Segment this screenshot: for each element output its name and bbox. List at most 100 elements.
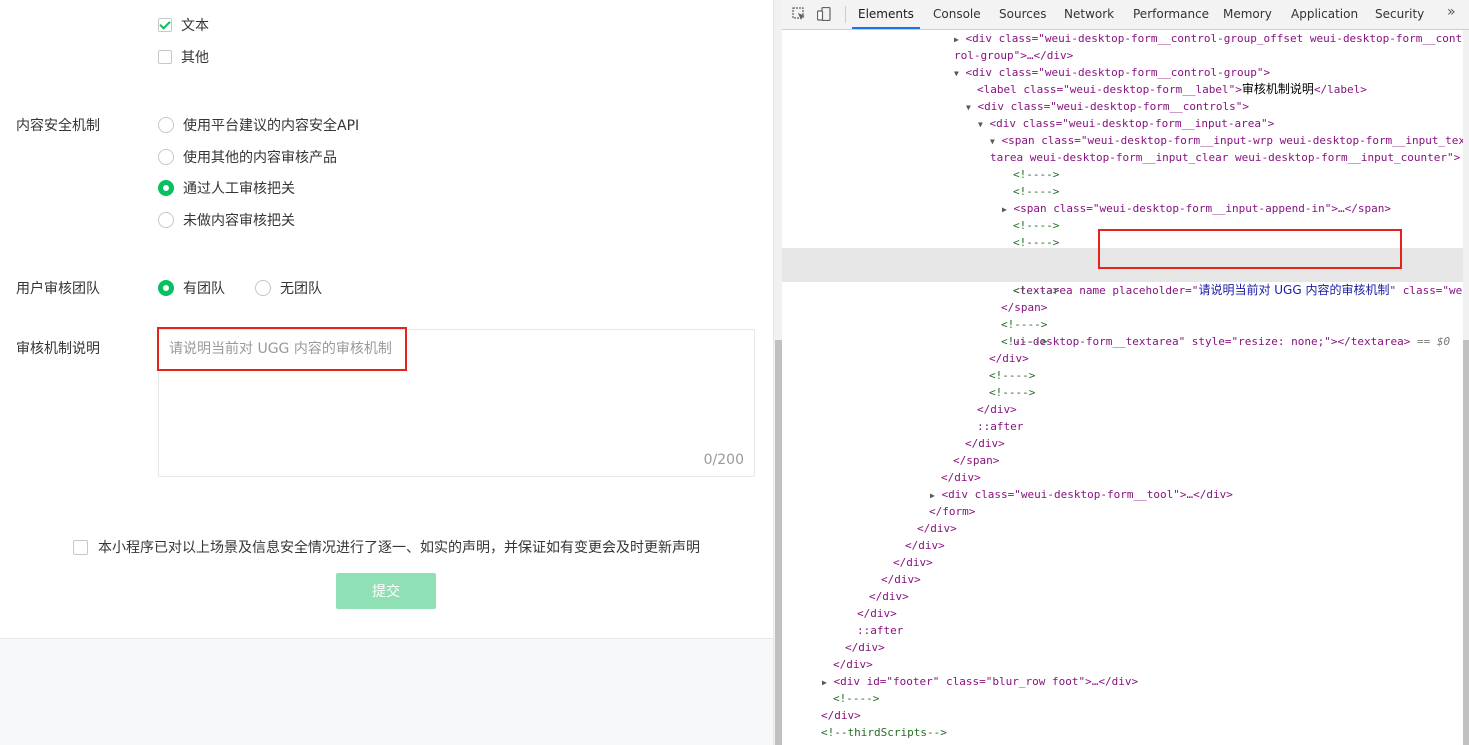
node-text: <div id="footer" class="blur_row foot">……: [833, 675, 1139, 688]
dom-node[interactable]: rol-group">…</div>: [782, 47, 1463, 64]
dom-pseudo[interactable]: ::after: [782, 622, 1463, 639]
node-text: </div>: [905, 539, 945, 552]
dom-node[interactable]: ▶ <span class="weui-desktop-form__input-…: [782, 200, 1463, 217]
dom-node[interactable]: </div>: [782, 588, 1463, 605]
tab-application[interactable]: Application: [1291, 0, 1358, 29]
dom-node[interactable]: </span>: [782, 452, 1463, 469]
dom-pseudo[interactable]: ::after: [782, 418, 1463, 435]
checkbox-other[interactable]: [158, 50, 172, 64]
devtools-scrollbar[interactable]: [1463, 30, 1469, 745]
node-text: </div>: [965, 437, 1005, 450]
mechanism-label: 审核机制说明: [16, 341, 100, 357]
node-text: </div>: [869, 590, 909, 603]
dom-comment[interactable]: <!---->: [782, 183, 1463, 200]
dom-node[interactable]: </span>: [782, 299, 1463, 316]
dom-node[interactable]: ▼ <div class="weui-desktop-form__control…: [782, 98, 1463, 115]
checkbox-row-text[interactable]: 文本: [158, 14, 209, 36]
tab-security[interactable]: Security: [1375, 0, 1424, 29]
dom-node[interactable]: </div>: [782, 520, 1463, 537]
node-text: </label>: [1313, 83, 1367, 96]
dom-node[interactable]: </div>: [782, 350, 1463, 367]
radio-option-no-review[interactable]: 未做内容审核把关: [158, 209, 295, 231]
tab-performance[interactable]: Performance: [1133, 0, 1209, 29]
dom-node[interactable]: </div>: [782, 469, 1463, 486]
checkbox-text[interactable]: [158, 18, 172, 32]
dom-comment[interactable]: <!---->: [782, 316, 1463, 333]
radio-manual-review[interactable]: [158, 180, 174, 196]
node-text: </span>: [953, 454, 1000, 467]
char-counter: 0/200: [703, 452, 744, 468]
node-text: </span>: [1001, 301, 1048, 314]
radio-label: 使用平台建议的内容安全API: [183, 118, 360, 134]
radio-platform-api[interactable]: [158, 117, 174, 133]
inspect-element-icon[interactable]: [792, 7, 806, 21]
radio-option-other-product[interactable]: 使用其他的内容审核产品: [158, 146, 337, 168]
node-text: <span class="weui-desktop-form__input-ap…: [1013, 202, 1391, 215]
radio-option-no-team[interactable]: 无团队: [255, 277, 322, 299]
dom-comment[interactable]: <!---->: [782, 690, 1463, 707]
node-text: <label class="weui-desktop-form__label">: [977, 83, 1242, 96]
declaration-checkbox[interactable]: [73, 539, 88, 555]
form-page: 文本 其他 内容安全机制 使用平台建议的内容安全API 使用其他的内容审核产品 …: [0, 0, 773, 745]
more-tabs-icon[interactable]: »: [1447, 4, 1456, 20]
dom-node[interactable]: </div>: [782, 707, 1463, 724]
node-text: </div>: [857, 607, 897, 620]
dom-node[interactable]: </div>: [782, 605, 1463, 622]
node-text: <div class="weui-desktop-form__control-g…: [965, 66, 1271, 79]
node-text: ::after: [977, 420, 1024, 433]
dom-node[interactable]: ▼ <div class="weui-desktop-form__input-a…: [782, 115, 1463, 132]
dom-node[interactable]: ▶ <div class="weui-desktop-form__tool">……: [782, 486, 1463, 503]
node-text: <!---->: [1013, 185, 1060, 198]
devtools-scrollbar-thumb[interactable]: [1463, 340, 1469, 745]
radio-other-product[interactable]: [158, 149, 174, 165]
node-text: </div>: [941, 471, 981, 484]
page-scrollbar-thumb[interactable]: [775, 340, 782, 745]
radio-has-team[interactable]: [158, 280, 174, 296]
tab-console[interactable]: Console: [933, 0, 981, 29]
dom-node-selected[interactable]: <textarea name placeholder="请说明当前对 UGG 内…: [782, 248, 1463, 348]
dom-node[interactable]: </div>: [782, 554, 1463, 571]
dom-comment[interactable]: <!---->: [782, 384, 1463, 401]
dom-node[interactable]: </form>: [782, 503, 1463, 520]
radio-label: 有团队: [183, 281, 225, 297]
dom-comment[interactable]: <!---->: [782, 333, 1463, 350]
node-text: </div>: [821, 709, 861, 722]
dom-node[interactable]: </div>: [782, 435, 1463, 452]
radio-no-team[interactable]: [255, 280, 271, 296]
dom-node[interactable]: </div>: [782, 639, 1463, 656]
dom-node[interactable]: <label class="weui-desktop-form__label">…: [782, 81, 1463, 98]
dom-comment[interactable]: <!---->: [782, 217, 1463, 234]
dom-node[interactable]: ▼ <span class="weui-desktop-form__input-…: [782, 132, 1465, 149]
dom-comment[interactable]: <!---->: [782, 367, 1463, 384]
dom-node[interactable]: ▶ <div class="weui-desktop-form__control…: [782, 30, 1463, 47]
tab-memory[interactable]: Memory: [1223, 0, 1272, 29]
radio-option-has-team[interactable]: 有团队: [158, 277, 225, 299]
declaration-row[interactable]: 本小程序已对以上场景及信息安全情况进行了逐一、如实的声明，并保证如有变更会及时更…: [73, 536, 700, 558]
tab-elements[interactable]: Elements: [852, 0, 920, 29]
device-toggle-icon[interactable]: [816, 6, 831, 22]
radio-option-platform-api[interactable]: 使用平台建议的内容安全API: [158, 114, 359, 136]
checkbox-row-other[interactable]: 其他: [158, 46, 209, 68]
dom-comment[interactable]: <!---->: [782, 166, 1463, 183]
node-text: </div>: [833, 658, 873, 671]
radio-no-review[interactable]: [158, 212, 174, 228]
dom-comment[interactable]: <!---->: [782, 282, 1463, 299]
tab-network[interactable]: Network: [1064, 0, 1114, 29]
dom-node[interactable]: </div>: [782, 656, 1463, 673]
dom-node[interactable]: tarea weui-desktop-form__input_clear weu…: [782, 149, 1463, 166]
node-text: ::after: [857, 624, 904, 637]
mechanism-textarea[interactable]: [169, 338, 744, 448]
radio-option-manual-review[interactable]: 通过人工审核把关: [158, 177, 295, 199]
review-team-label: 用户审核团队: [16, 281, 100, 297]
node-text: </div>: [845, 641, 885, 654]
node-text: </div>: [917, 522, 957, 535]
dom-node[interactable]: </div>: [782, 571, 1463, 588]
node-text: <!---->: [1013, 219, 1060, 232]
dom-node[interactable]: </div>: [782, 401, 1463, 418]
dom-node[interactable]: ▶ <div id="footer" class="blur_row foot"…: [782, 673, 1463, 690]
dom-comment[interactable]: <!--thirdScripts-->: [782, 724, 1463, 741]
submit-button[interactable]: 提交: [336, 573, 436, 609]
dom-node[interactable]: ▼ <div class="weui-desktop-form__control…: [782, 64, 1463, 81]
dom-node[interactable]: </div>: [782, 537, 1463, 554]
tab-sources[interactable]: Sources: [999, 0, 1046, 29]
